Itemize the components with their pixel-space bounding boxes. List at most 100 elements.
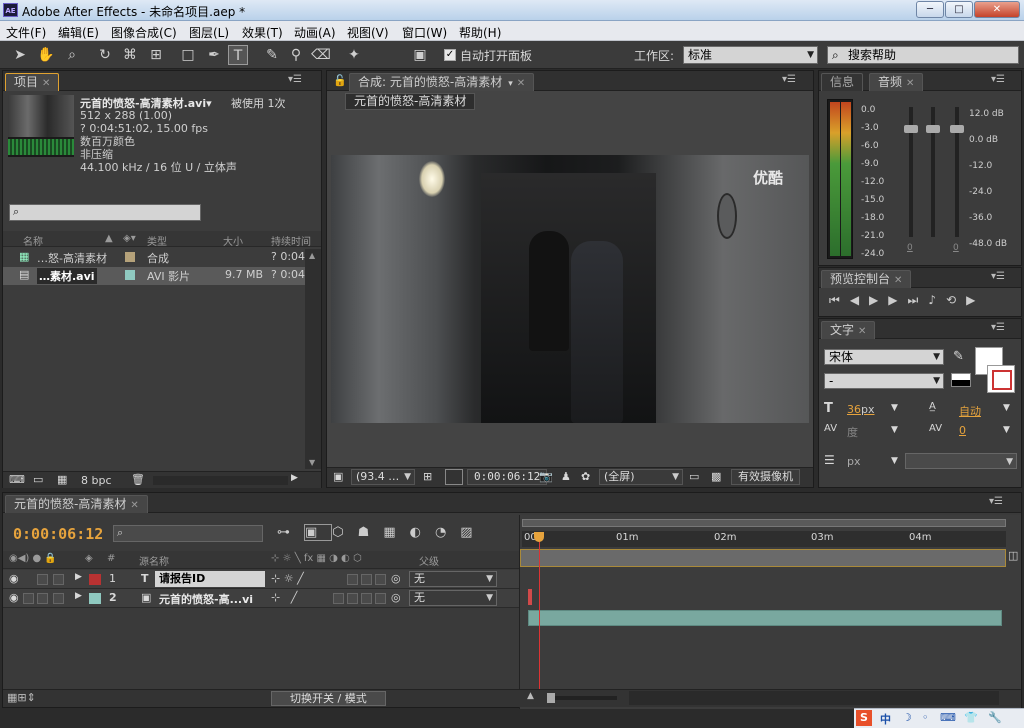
layer-bar-text[interactable] xyxy=(528,589,532,605)
chevron-down-icon[interactable]: ▼ xyxy=(891,456,898,466)
panel-menu-icon[interactable]: ▾☰ xyxy=(288,74,302,85)
tracking-value[interactable]: 0 xyxy=(959,424,966,437)
table-row[interactable]: ◉ ▶ 2 ▣ 元首的愤怒-高...vi ⊹ ╱ ◎ 无 ▼ xyxy=(3,589,519,608)
col-size[interactable]: 大小 xyxy=(223,233,243,248)
punctuation-icon[interactable]: ◦ xyxy=(922,711,929,724)
color-channel-icon[interactable]: ✿ xyxy=(581,470,590,483)
project-scrollbar[interactable]: ▲ ▼ xyxy=(305,249,321,469)
col-source-name[interactable]: 源名称 xyxy=(139,553,169,568)
first-frame-icon[interactable]: ⏮ xyxy=(829,293,850,307)
leading-value[interactable]: 自动 xyxy=(959,403,981,419)
volume-slider-master[interactable] xyxy=(926,107,940,237)
chevron-down-icon[interactable]: ▼ xyxy=(891,403,898,413)
expand-arrow-icon[interactable]: ▶ xyxy=(75,591,82,601)
tab-preview[interactable]: 预览控制台 ✕ xyxy=(821,270,912,288)
brush-tool-icon[interactable]: ✎ xyxy=(262,45,282,65)
region-of-interest-icon[interactable]: ▭ xyxy=(689,470,699,483)
col-type[interactable]: 类型 xyxy=(147,233,167,248)
layer-name[interactable]: 元首的愤怒-高...vi xyxy=(159,591,253,607)
zoom-tool-icon[interactable]: ⌕ xyxy=(62,45,82,65)
font-size-value[interactable]: 36px xyxy=(847,403,875,416)
lock-icon[interactable]: 🔓 xyxy=(333,74,347,87)
interpret-footage-icon[interactable]: ⌨ xyxy=(9,473,25,486)
menu-layer[interactable]: 图层(L) xyxy=(189,24,229,41)
eraser-tool-icon[interactable]: ⌫ xyxy=(311,45,331,65)
stroke-width-unit[interactable]: px xyxy=(847,455,861,468)
font-family-dropdown[interactable]: 宋体 ▼ xyxy=(824,349,944,365)
always-preview-icon[interactable]: ▣ xyxy=(333,470,343,483)
new-folder-icon[interactable]: ▭ xyxy=(33,473,43,486)
tab-timeline[interactable]: 元首的愤怒-高清素材 ✕ xyxy=(5,495,148,513)
tab-project[interactable]: 项目 ✕ xyxy=(5,73,60,91)
comp-mini-flowchart-icon[interactable]: ⊶ xyxy=(277,525,304,540)
close-button[interactable]: ✕ xyxy=(974,1,1020,18)
volume-slider-left[interactable] xyxy=(904,107,918,237)
resolution-dropdown[interactable]: (全屏) ▼ xyxy=(599,469,683,485)
toggle-panes-icon[interactable]: ▦⊞⇕ xyxy=(7,691,36,704)
zoom-out-icon[interactable]: ▲ xyxy=(527,691,534,701)
panel-menu-icon[interactable]: ▾☰ xyxy=(991,74,1005,85)
stroke-color-swatch[interactable] xyxy=(987,365,1015,393)
pickwhip-icon[interactable]: ◎ xyxy=(391,572,401,585)
list-item[interactable]: ▤ …素材.avi AVI 影片 9.7 MB ? 0:04 xyxy=(3,267,305,285)
auto-open-checkbox[interactable]: ✓ xyxy=(444,49,456,61)
snapshot-icon[interactable]: 📷 xyxy=(539,470,553,483)
label-swatch[interactable] xyxy=(89,593,101,604)
panel-menu-icon[interactable]: ▾☰ xyxy=(991,322,1005,333)
project-search-input[interactable]: ⌕ xyxy=(9,204,201,221)
clone-stamp-tool-icon[interactable]: ⚲ xyxy=(286,45,306,65)
tools-icon[interactable]: 🔧 xyxy=(988,711,1002,724)
menu-effect[interactable]: 效果(T) xyxy=(242,24,283,41)
camera-tool-icon[interactable]: ⌘ xyxy=(120,45,140,65)
show-snapshot-icon[interactable]: ♟ xyxy=(561,470,571,483)
graph-editor-icon[interactable]: ◔ xyxy=(435,525,460,540)
slider-value-right[interactable]: 0 xyxy=(953,243,959,253)
color-swap-icon[interactable] xyxy=(951,373,971,387)
tab-character[interactable]: 文字 ✕ xyxy=(821,321,876,339)
prev-frame-icon[interactable]: ◀ xyxy=(850,293,869,307)
menu-help[interactable]: 帮助(H) xyxy=(459,24,501,41)
playhead-handle[interactable] xyxy=(534,532,544,542)
mask-visibility-icon[interactable] xyxy=(445,469,463,485)
kerning-value[interactable]: 度 xyxy=(847,424,858,440)
puppet-tool-icon[interactable]: ✦ xyxy=(344,45,364,65)
frame-blending-icon[interactable]: ▦ xyxy=(383,525,409,540)
keyboard-icon[interactable]: ⌨ xyxy=(940,711,956,724)
audio-icon[interactable]: ♪ xyxy=(928,293,946,307)
panel-menu-icon[interactable]: ▾☰ xyxy=(989,496,1003,507)
work-area-bar[interactable] xyxy=(522,519,1006,527)
hide-shy-icon[interactable]: ☗ xyxy=(358,525,384,540)
label-swatch[interactable] xyxy=(89,574,101,585)
pan-behind-tool-icon[interactable]: ⊞ xyxy=(146,45,166,65)
tab-info[interactable]: 信息 xyxy=(821,73,864,91)
live-update-icon[interactable]: ▣ xyxy=(304,524,333,541)
panel-menu-icon[interactable]: ▾☰ xyxy=(782,74,796,85)
comp-button-icon[interactable]: ◫ xyxy=(1008,549,1022,567)
last-frame-icon[interactable]: ⏭ xyxy=(908,293,929,307)
current-time-display[interactable]: 0:00:06:12 xyxy=(13,525,103,543)
time-navigator[interactable] xyxy=(520,549,1006,567)
sogou-icon[interactable]: S xyxy=(856,710,872,726)
menu-composition[interactable]: 图像合成(C) xyxy=(111,24,177,41)
col-name[interactable]: 名称 xyxy=(23,233,43,248)
toggle-switches-modes-button[interactable]: 切换开关 / 模式 xyxy=(271,691,386,706)
col-duration[interactable]: 持续时间 xyxy=(271,233,311,248)
chevron-down-icon[interactable]: ▼ xyxy=(1003,403,1010,413)
font-style-dropdown[interactable]: - ▼ xyxy=(824,373,944,389)
transparency-grid-icon[interactable]: ▩ xyxy=(711,470,721,483)
skin-icon[interactable]: 👕 xyxy=(964,711,978,724)
scroll-right-icon[interactable]: ▶ xyxy=(291,473,298,483)
eye-icon[interactable]: ◉ xyxy=(9,591,19,604)
eyedropper-icon[interactable]: ✎ xyxy=(953,349,964,364)
tab-audio[interactable]: 音频 ✕ xyxy=(869,73,924,91)
list-item[interactable]: ▦ …怒-高清素材 合成 ? 0:04 ⊶ xyxy=(3,249,321,267)
timeline-zoom-slider[interactable] xyxy=(547,693,617,703)
zoom-dropdown[interactable]: (93.4 … ▼ xyxy=(351,469,415,485)
rotate-tool-icon[interactable]: ↻ xyxy=(95,45,115,65)
col-parent[interactable]: 父级 xyxy=(419,553,439,568)
table-row[interactable]: ◉ ▶ 1 T 请报告ID ⊹ ☼ ╱ ◎ 无 ▼ xyxy=(3,570,519,589)
new-composition-icon[interactable]: ▦ xyxy=(57,473,67,486)
workspace-dropdown[interactable]: 标准 ▼ xyxy=(683,46,818,64)
bpc-label[interactable]: 8 bpc xyxy=(81,474,112,487)
parent-dropdown[interactable]: 无 ▼ xyxy=(409,590,497,606)
